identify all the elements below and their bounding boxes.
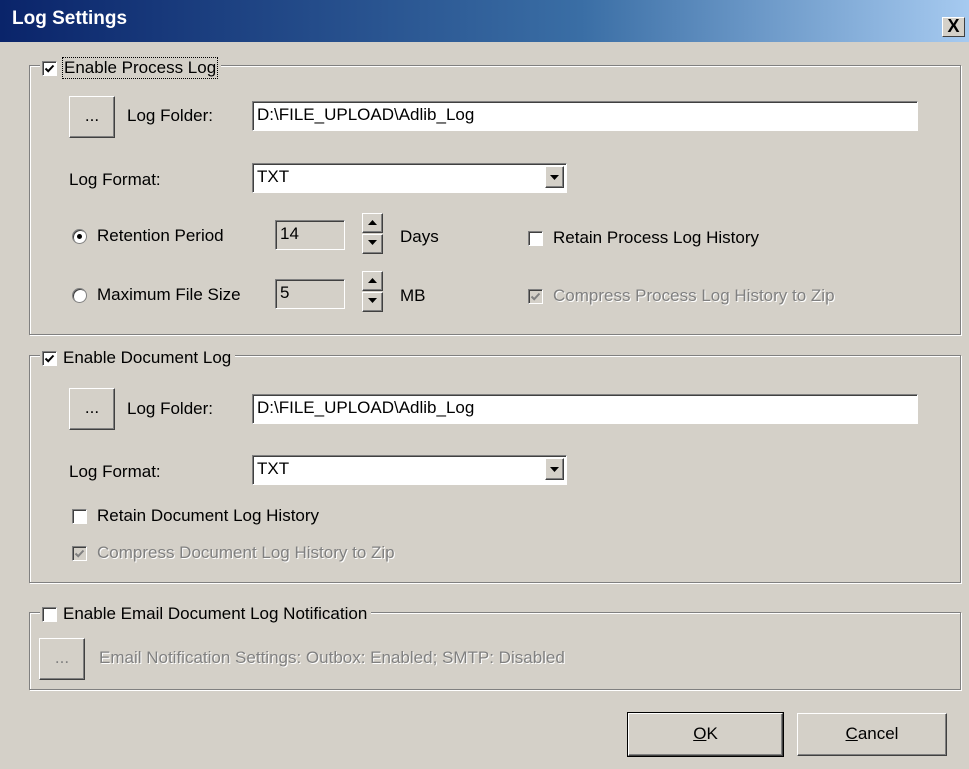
process-log-folder-browse-button[interactable]: ... — [69, 96, 115, 138]
retain-document-log-history-option[interactable]: Retain Document Log History — [72, 506, 319, 526]
retain-document-log-history-label: Retain Document Log History — [97, 506, 320, 525]
enable-document-log-label: Enable Document Log — [63, 348, 232, 367]
process-log-format-value: TXT — [257, 167, 290, 186]
chevron-down-icon — [550, 175, 559, 180]
close-icon: X — [947, 16, 960, 36]
compress-document-log-label: Compress Document Log History to Zip — [97, 543, 395, 562]
document-log-format-label: Log Format: — [69, 462, 161, 481]
enable-process-log-checkbox[interactable] — [42, 60, 57, 76]
max-size-spin-up-button[interactable] — [362, 271, 383, 291]
window-title: Log Settings — [12, 8, 128, 29]
document-log-folder-input[interactable]: D:\FILE_UPLOAD\Adlib_Log — [252, 394, 918, 424]
spin-down-icon — [368, 298, 377, 303]
process-log-folder-label: Log Folder: — [127, 106, 213, 125]
compress-document-log-option: Compress Document Log History to Zip — [72, 543, 395, 563]
document-log-format-dropdown-button[interactable] — [545, 458, 564, 480]
max-file-size-input[interactable]: 5 — [275, 279, 345, 309]
max-file-size-label: Maximum File Size — [97, 285, 241, 304]
enable-document-log-checkbox[interactable] — [42, 350, 57, 366]
max-file-size-radio[interactable] — [72, 287, 87, 303]
email-settings-text: Email Notification Settings: Outbox: Ena… — [99, 648, 565, 667]
spin-down-icon — [368, 240, 377, 245]
process-log-legend: Enable Process Log — [40, 57, 222, 79]
max-size-unit-label: MB — [400, 286, 426, 305]
process-log-format-label: Log Format: — [69, 170, 161, 189]
ellipsis-icon: ... — [54, 648, 70, 667]
email-settings-browse-button: ... — [39, 638, 85, 680]
document-log-folder-label: Log Folder: — [127, 399, 213, 418]
enable-process-log-label: Enable Process Log — [61, 57, 219, 79]
document-log-format-select[interactable]: TXT — [252, 455, 567, 485]
process-log-format-select[interactable]: TXT — [252, 163, 567, 193]
enable-email-notification-checkbox[interactable] — [42, 606, 57, 622]
title-bar[interactable]: Log Settings X — [0, 0, 969, 42]
close-button[interactable]: X — [942, 17, 965, 37]
chevron-down-icon — [550, 467, 559, 472]
ellipsis-icon: ... — [84, 106, 100, 125]
radio-selected-dot — [77, 233, 82, 239]
retention-period-label: Retention Period — [97, 226, 224, 245]
compress-document-log-checkbox — [72, 545, 87, 561]
process-log-folder-input[interactable]: D:\FILE_UPLOAD\Adlib_Log — [252, 101, 918, 131]
enable-email-notification-label: Enable Email Document Log Notification — [63, 604, 368, 623]
compress-process-log-checkbox — [528, 288, 543, 304]
document-log-legend: Enable Document Log — [40, 347, 236, 369]
check-icon — [74, 549, 85, 558]
check-icon — [44, 354, 55, 363]
retain-document-log-history-checkbox[interactable] — [72, 508, 87, 524]
ok-button[interactable]: OK — [627, 712, 784, 757]
retention-period-input[interactable]: 14 — [275, 220, 345, 250]
spin-up-icon — [368, 220, 377, 225]
retention-period-option[interactable]: Retention Period — [72, 226, 224, 246]
compress-process-log-option: Compress Process Log History to Zip — [528, 286, 835, 306]
retention-unit-label: Days — [400, 227, 439, 246]
retention-spin-up-button[interactable] — [362, 213, 383, 233]
check-icon — [530, 292, 541, 301]
retention-spin-down-button[interactable] — [362, 234, 383, 254]
retention-period-radio[interactable] — [72, 228, 87, 244]
ellipsis-icon: ... — [84, 398, 100, 417]
email-notification-legend: Enable Email Document Log Notification — [40, 603, 372, 625]
retain-process-log-history-checkbox[interactable] — [528, 230, 543, 246]
ok-label: OK — [693, 724, 718, 743]
process-log-format-dropdown-button[interactable] — [545, 166, 564, 188]
check-icon — [44, 64, 55, 73]
max-file-size-option[interactable]: Maximum File Size — [72, 285, 241, 305]
spin-up-icon — [368, 278, 377, 283]
compress-process-log-label: Compress Process Log History to Zip — [553, 286, 835, 305]
document-log-format-value: TXT — [257, 459, 290, 478]
cancel-button[interactable]: Cancel — [797, 713, 947, 756]
retain-process-log-history-label: Retain Process Log History — [553, 228, 759, 247]
retain-process-log-history-option[interactable]: Retain Process Log History — [528, 228, 759, 248]
document-log-folder-browse-button[interactable]: ... — [69, 388, 115, 430]
cancel-label: Cancel — [845, 724, 899, 743]
max-size-spin-down-button[interactable] — [362, 292, 383, 312]
